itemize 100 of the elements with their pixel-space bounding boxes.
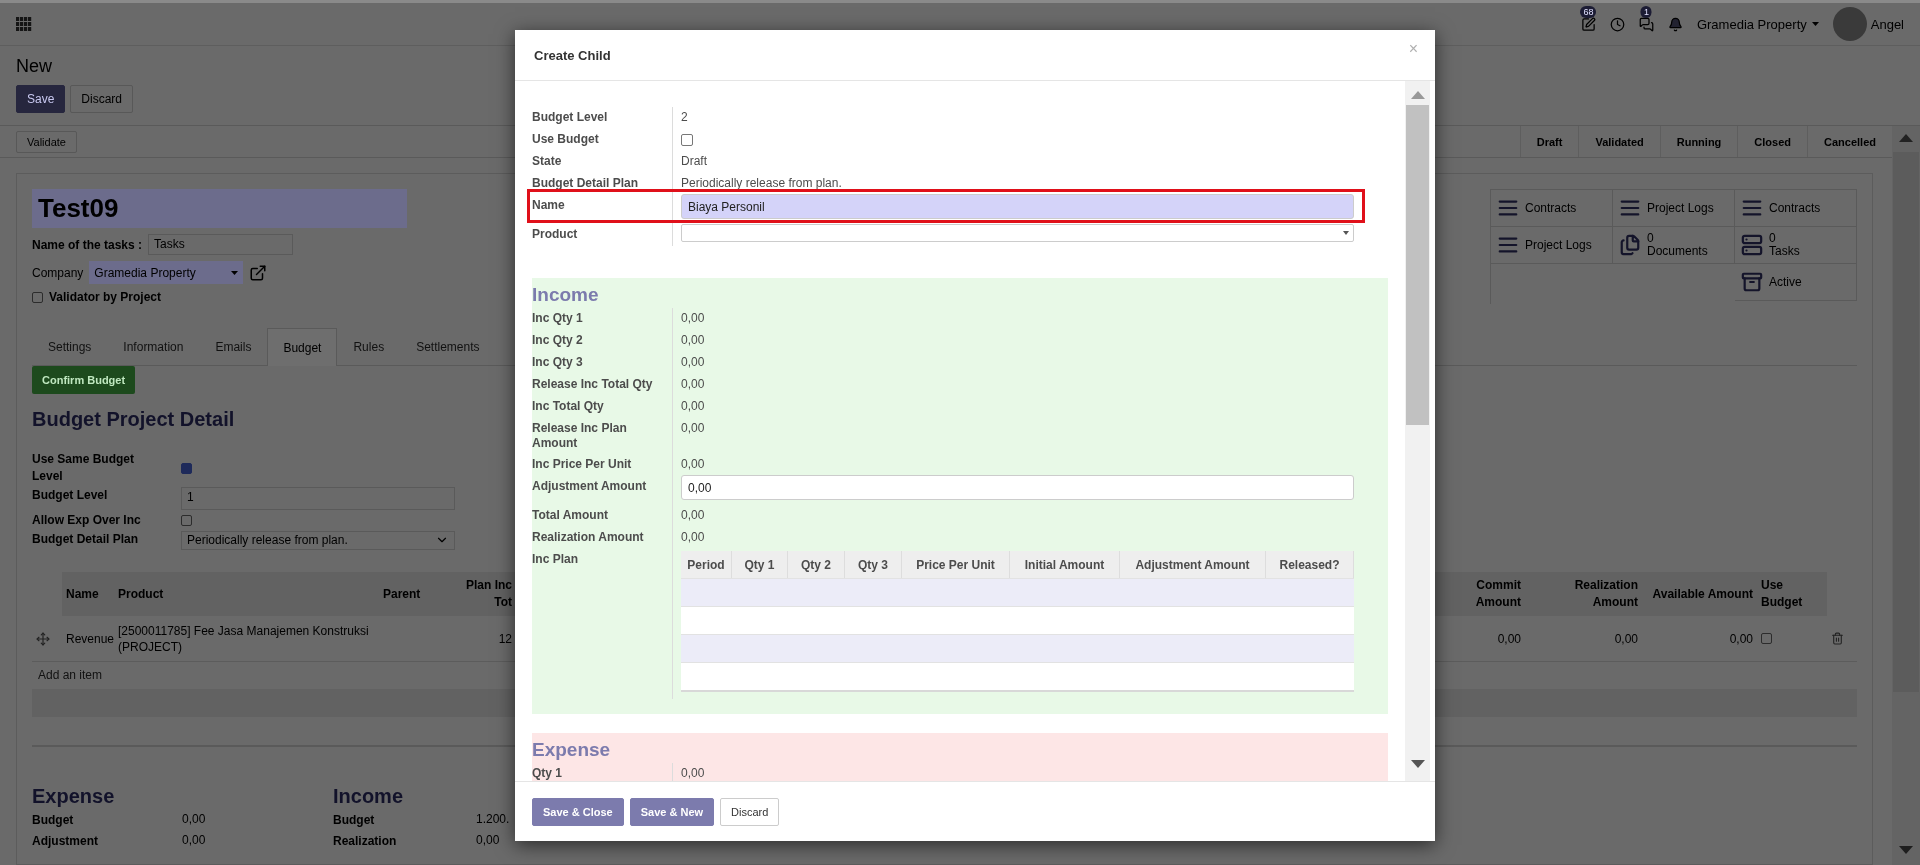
add-item-link[interactable]: Add an item <box>32 662 109 689</box>
external-link-icon[interactable] <box>249 263 268 282</box>
scroll-down-icon[interactable] <box>1410 760 1425 768</box>
chat-button[interactable] <box>1638 16 1654 32</box>
breadcrumb: New <box>16 56 53 77</box>
text-input[interactable]: Biaya Personil <box>681 194 1354 219</box>
field-label: Budget Level <box>32 487 109 504</box>
save-button[interactable]: Save <box>16 85 66 113</box>
field-label: Total Amount <box>532 508 609 523</box>
field-label: Inc Qty 1 <box>532 311 584 326</box>
field-label: Name <box>532 198 566 213</box>
table-cell: Revenue <box>62 616 114 662</box>
field-value: 0,00 <box>476 833 501 849</box>
smart-button[interactable]: Active <box>1735 264 1857 301</box>
column-header: Released? <box>1266 551 1354 578</box>
drag-handle-icon[interactable] <box>36 631 50 646</box>
smart-button[interactable]: 0 Documents <box>1613 227 1735 264</box>
field-value: Draft <box>681 154 707 168</box>
save-new-button[interactable]: Save & New <box>629 797 715 826</box>
trash-icon[interactable] <box>1831 632 1844 645</box>
discard-button[interactable]: Discard <box>720 797 780 826</box>
discard-button[interactable]: Discard <box>70 85 134 113</box>
column-header: Name <box>62 572 114 616</box>
tab[interactable]: Emails <box>199 328 268 365</box>
tab[interactable]: Settlements <box>400 328 496 365</box>
field-label: Inc Qty 2 <box>532 333 584 348</box>
section-title: Expense <box>532 738 612 762</box>
section-title: Income <box>532 283 600 307</box>
company-switcher[interactable]: Gramedia Property <box>1696 16 1819 32</box>
checkbox[interactable] <box>1761 633 1772 644</box>
clock-button[interactable] <box>1609 16 1625 32</box>
field-value: 0,00 <box>681 311 705 325</box>
apps-icon[interactable] <box>16 17 32 31</box>
list-icon <box>1741 197 1763 219</box>
smart-button[interactable]: Project Logs <box>1613 190 1735 227</box>
field-value: 0,00 <box>681 457 705 471</box>
select-field[interactable] <box>681 224 1354 242</box>
count-badge: 68 <box>1580 5 1597 18</box>
company-select[interactable]: Gramedia Property <box>89 261 244 284</box>
text-input[interactable]: 1 <box>181 487 455 510</box>
smart-button[interactable]: Contracts <box>1735 190 1857 227</box>
scroll-down-icon[interactable] <box>1899 846 1913 854</box>
title-field[interactable]: Test09 <box>32 189 407 228</box>
field-value: Periodically release from plan. <box>681 176 842 190</box>
status-step[interactable]: Validated <box>1578 126 1660 157</box>
column-header: Available Amount <box>1642 572 1757 616</box>
field-label: Name of the tasks : <box>32 237 143 252</box>
tab[interactable]: Information <box>107 328 200 365</box>
confirm-budget-button[interactable]: Confirm Budget <box>32 366 136 394</box>
field-value: 0,00 <box>681 421 705 435</box>
scrollbar[interactable] <box>1892 126 1920 865</box>
tab[interactable]: Rules <box>337 328 401 365</box>
caret-icon <box>231 270 239 275</box>
table-cell: 0,00 <box>1642 616 1757 662</box>
field-value: 0,00 <box>681 399 705 413</box>
edit-button[interactable] <box>1580 16 1596 32</box>
avatar[interactable] <box>1832 7 1867 41</box>
user-name[interactable]: Angel <box>1870 16 1904 32</box>
checkbox[interactable] <box>181 515 192 526</box>
save-close-button[interactable]: Save & Close <box>532 797 624 826</box>
field-value: 2 <box>681 110 688 124</box>
section-title: Budget Project Detail <box>32 408 235 431</box>
status-step[interactable]: Closed <box>1737 126 1808 157</box>
list-icon <box>1497 197 1519 219</box>
validate-button[interactable]: Validate <box>16 130 77 153</box>
column-header: Qty 1 <box>732 551 788 578</box>
field-label: Allow Exp Over Inc <box>32 512 142 529</box>
column-header: Price Per Unit <box>902 551 1010 578</box>
checkbox[interactable] <box>181 462 192 474</box>
bell-icon <box>1667 16 1683 32</box>
chat-icon <box>1638 16 1654 32</box>
tab[interactable]: Settings <box>32 328 108 365</box>
field-label: Budget Detail Plan <box>532 176 639 191</box>
close-button[interactable]: × <box>1408 40 1418 58</box>
column-header: Period <box>681 551 732 578</box>
scroll-up-icon[interactable] <box>1410 91 1425 99</box>
caret-icon <box>1343 231 1349 235</box>
field-label: Qty 1 <box>532 766 563 781</box>
smart-button[interactable]: Contracts <box>1491 190 1613 227</box>
tab[interactable]: Budget <box>267 328 338 366</box>
status-step[interactable]: Draft <box>1519 126 1579 157</box>
checkbox[interactable] <box>32 291 43 303</box>
archive-icon <box>1741 271 1763 293</box>
documents-icon <box>1619 234 1641 256</box>
text-input[interactable]: 0,00 <box>681 475 1354 500</box>
select-field[interactable]: Periodically release from plan. <box>181 531 455 550</box>
summary-title: Income <box>333 785 404 808</box>
smart-button[interactable]: 0 Tasks <box>1735 227 1857 264</box>
field-label: Use Budget <box>532 132 600 147</box>
column-header: Product <box>114 572 379 616</box>
field-label: Inc Total Qty <box>532 399 605 414</box>
column-header: Initial Amount <box>1010 551 1120 578</box>
checkbox[interactable] <box>681 134 693 146</box>
scrollbar[interactable] <box>1405 81 1430 781</box>
bell-button[interactable] <box>1667 16 1683 32</box>
tasks-input[interactable]: Tasks <box>148 234 294 255</box>
status-step[interactable]: Running <box>1659 126 1738 157</box>
checkbox-label: Validator by Project <box>49 290 162 304</box>
scroll-up-icon[interactable] <box>1899 134 1913 142</box>
smart-button[interactable]: Project Logs <box>1491 227 1613 264</box>
